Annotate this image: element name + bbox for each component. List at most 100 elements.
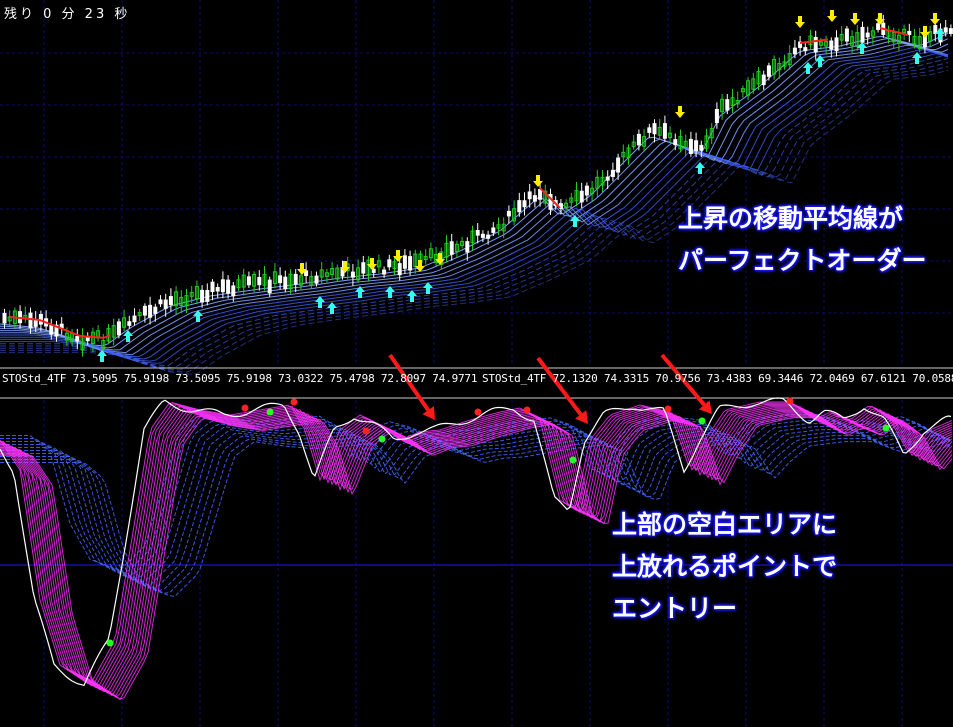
down-arrow-signal-icon	[533, 175, 543, 187]
candle-body	[361, 262, 366, 274]
annotation-bottom-line-3: エントリー	[612, 594, 738, 623]
candle-body	[387, 259, 392, 268]
red-cross-dot	[664, 405, 672, 413]
candle-body	[304, 270, 309, 277]
green-cross-dot	[378, 435, 386, 443]
annotation-bottom-line-1: 上部の空白エリアに	[612, 510, 838, 539]
candle-body	[647, 127, 652, 133]
candle-body	[382, 269, 387, 275]
red-cross-dot	[474, 408, 482, 416]
candle-body	[803, 47, 808, 52]
candle-body	[673, 139, 678, 146]
candle-body	[231, 285, 236, 297]
moving-average-line	[0, 37, 949, 349]
candle-body	[605, 176, 610, 181]
price-panel[interactable]	[0, 10, 953, 375]
candle-body	[142, 305, 147, 316]
candle-body	[616, 157, 621, 173]
candle-body	[132, 315, 137, 323]
candle-body	[220, 279, 225, 293]
red-cross-dot	[523, 406, 531, 414]
down-arrow-signal-icon	[795, 16, 805, 28]
candle-body	[943, 27, 948, 33]
candle-body	[699, 144, 704, 151]
annotation-bottom-line-2: 上放れるポイントで	[612, 552, 838, 581]
candle-body	[85, 336, 90, 342]
candle-body	[506, 210, 511, 217]
candle-body	[792, 47, 797, 55]
candle-body	[714, 108, 719, 124]
green-cross-dot	[106, 639, 114, 647]
candle-body	[610, 169, 615, 178]
candle-body	[636, 133, 641, 146]
candle-body	[527, 191, 532, 200]
red-cross-dot	[362, 427, 370, 435]
candle-body	[158, 299, 163, 305]
candle-body	[127, 321, 132, 326]
candle-body	[486, 234, 491, 239]
annotation-top-line-2: パーフェクトオーダー	[678, 246, 927, 275]
stochastic-panel[interactable]	[0, 397, 953, 701]
candle-body	[408, 256, 413, 271]
candle-body	[168, 296, 173, 306]
candle-body	[153, 306, 158, 314]
candle-body	[205, 290, 210, 302]
candle-body	[844, 28, 849, 42]
candle-body	[876, 23, 881, 30]
down-arrow-signal-icon	[930, 13, 940, 25]
entry-arrow-shaft	[536, 356, 583, 416]
signal-arrows	[97, 10, 945, 362]
down-arrow-signal-icon	[675, 106, 685, 118]
candle-body	[694, 140, 699, 152]
moving-average-line	[0, 42, 949, 354]
candle-body	[75, 335, 80, 342]
candle-body	[538, 189, 543, 200]
candle-body	[28, 312, 33, 329]
green-cross-dot	[266, 408, 274, 416]
red-cross-dot	[241, 404, 249, 412]
candle-body	[813, 37, 818, 53]
candle-body	[314, 275, 319, 284]
candle-body	[948, 28, 953, 34]
candle-body	[215, 287, 220, 292]
moving-average-line	[0, 44, 949, 356]
candle-body	[163, 299, 168, 309]
candle-body	[517, 200, 522, 213]
candle-body	[33, 319, 38, 327]
candle-body	[246, 276, 251, 286]
candle-body	[579, 190, 584, 203]
candle-body	[834, 37, 839, 52]
candle-body	[449, 241, 454, 255]
candle-body	[761, 74, 766, 86]
candle-body	[226, 279, 231, 294]
candle-body	[532, 195, 537, 202]
candle-body	[148, 304, 153, 318]
countdown-timer: 残り 0 分 23 秒	[4, 7, 131, 22]
candle-body	[210, 281, 215, 293]
down-arrow-signal-icon	[850, 13, 860, 25]
candle-body	[2, 312, 7, 324]
candle-body	[402, 255, 407, 269]
candle-body	[465, 241, 470, 253]
red-cross-dot	[786, 397, 794, 405]
stochastic-pink-line	[0, 402, 953, 687]
annotation-top-line-1: 上昇の移動平均線が	[678, 204, 904, 233]
green-cross-dot	[569, 456, 577, 464]
red-cross-dot	[290, 398, 298, 406]
candle-body	[522, 200, 527, 208]
candle-body	[907, 30, 912, 36]
candle-body	[293, 273, 298, 285]
candle-body	[662, 123, 667, 139]
indicator-label-2: STOStd_4TF 72.1320 74.3315 70.9756 73.43…	[482, 372, 953, 385]
candle-body	[475, 230, 480, 236]
candle-body	[200, 289, 205, 303]
candle-body	[116, 321, 121, 336]
candle-body	[584, 185, 589, 196]
chart-canvas[interactable]	[0, 0, 953, 727]
candle-body	[267, 279, 272, 294]
stochastic-pink-line	[0, 405, 953, 689]
candle-body	[350, 271, 355, 278]
candle-body	[371, 268, 376, 273]
candle-body	[829, 40, 834, 50]
candle-body	[397, 263, 402, 276]
